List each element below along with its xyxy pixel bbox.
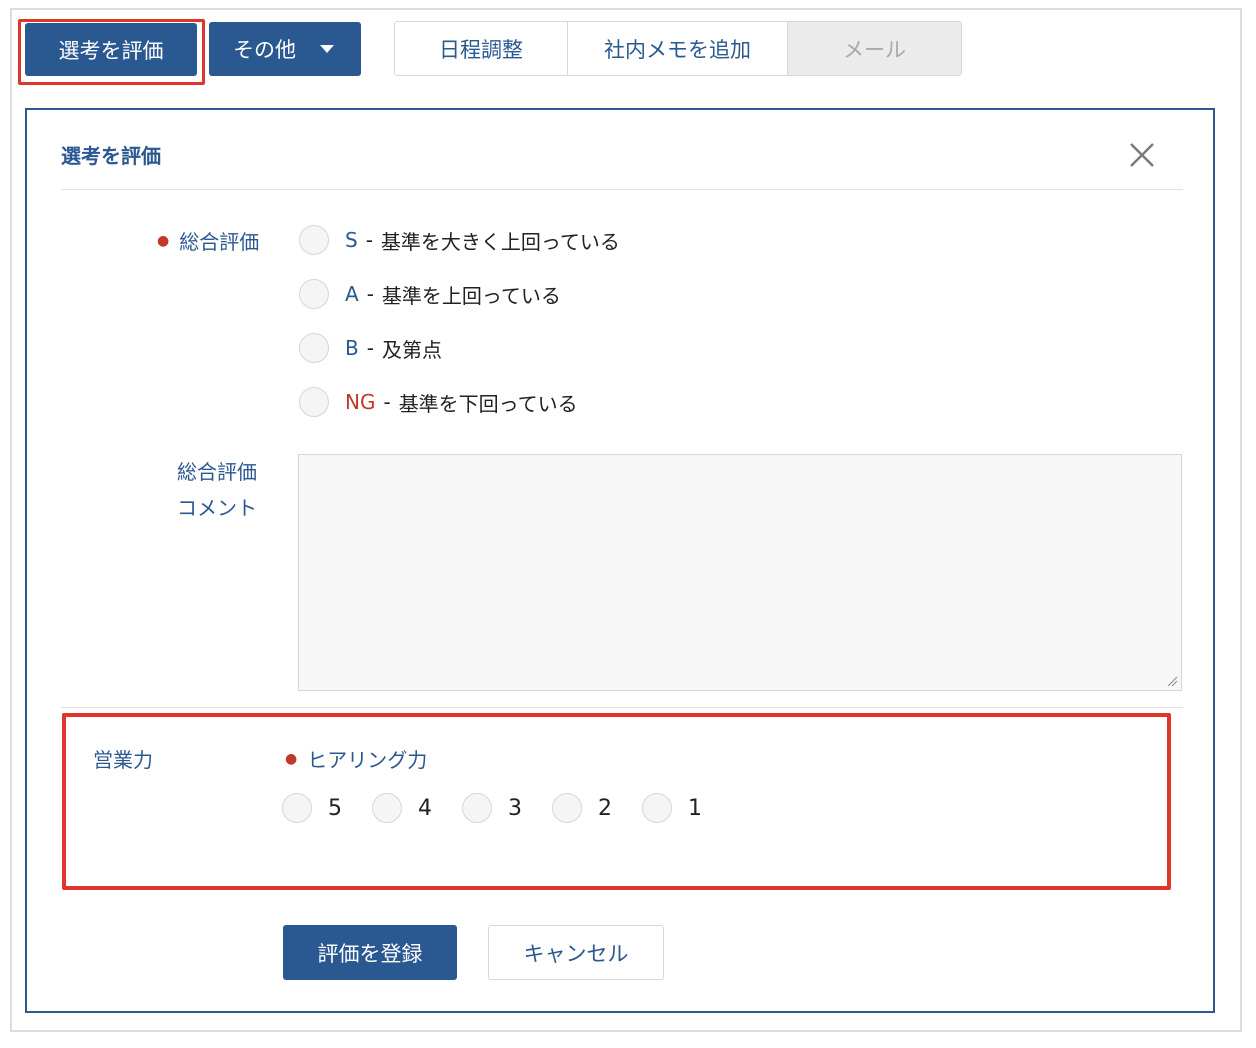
schedule-button[interactable]: 日程調整 [395,22,568,75]
overall-rating-label-text: 総合評価 [179,230,260,254]
chevron-down-icon [320,45,334,53]
grade-description: 及第点 [381,337,442,362]
divider [61,189,1183,190]
rating-option-s[interactable]: S - 基準を大きく上回っている [299,225,620,255]
grade-letter: S [345,228,358,252]
radio-button[interactable] [299,387,329,417]
evaluate-button[interactable]: 選考を評価 [25,23,197,76]
rating-option-b[interactable]: B - 及第点 [299,333,442,363]
panel-title: 選考を評価 [61,144,161,168]
divider [61,707,1183,708]
grade-letter: A [345,282,359,306]
submit-evaluation-button[interactable]: 評価を登録 [283,925,457,980]
comment-label: 総合評価 コメント [177,454,267,526]
mail-button[interactable]: メール [788,22,961,75]
evaluate-button-label: 選考を評価 [58,38,164,63]
highlight-sales-section [62,713,1171,890]
radio-button[interactable] [299,225,329,255]
rating-option-a[interactable]: A - 基準を上回っている [299,279,561,309]
grade-letter: NG [345,390,376,414]
action-tabs: 日程調整 社内メモを追加 メール [394,21,962,76]
submit-button-label: 評価を登録 [317,941,423,966]
radio-button[interactable] [299,333,329,363]
mail-button-label: メール [843,37,906,62]
comment-label-line2: コメント [177,496,257,520]
grade-separator: - [366,336,374,360]
grade-letter: B [345,336,359,360]
cancel-button-label: キャンセル [523,941,629,966]
grade-description: 基準を上回っている [381,283,561,308]
grade-description: 基準を下回っている [398,391,578,416]
comment-label-line1: 総合評価 [177,460,257,484]
cancel-button[interactable]: キャンセル [488,925,664,980]
add-memo-button-label: 社内メモを追加 [604,37,751,62]
required-dot-icon: ● [157,232,170,249]
grade-separator: - [366,282,374,306]
more-dropdown-button[interactable]: その他 [209,22,361,76]
schedule-button-label: 日程調整 [439,37,523,62]
overall-rating-label: ● 総合評価 [157,226,259,255]
grade-description: 基準を大きく上回っている [380,229,620,254]
add-memo-button[interactable]: 社内メモを追加 [568,22,788,75]
rating-option-ng[interactable]: NG - 基準を下回っている [299,387,578,417]
comment-textarea[interactable] [298,454,1182,691]
resize-handle-icon[interactable] [1166,675,1178,687]
grade-separator: - [365,228,373,252]
more-button-label: その他 [233,38,296,62]
close-icon[interactable] [1127,140,1157,170]
radio-button[interactable] [299,279,329,309]
grade-separator: - [383,390,391,414]
